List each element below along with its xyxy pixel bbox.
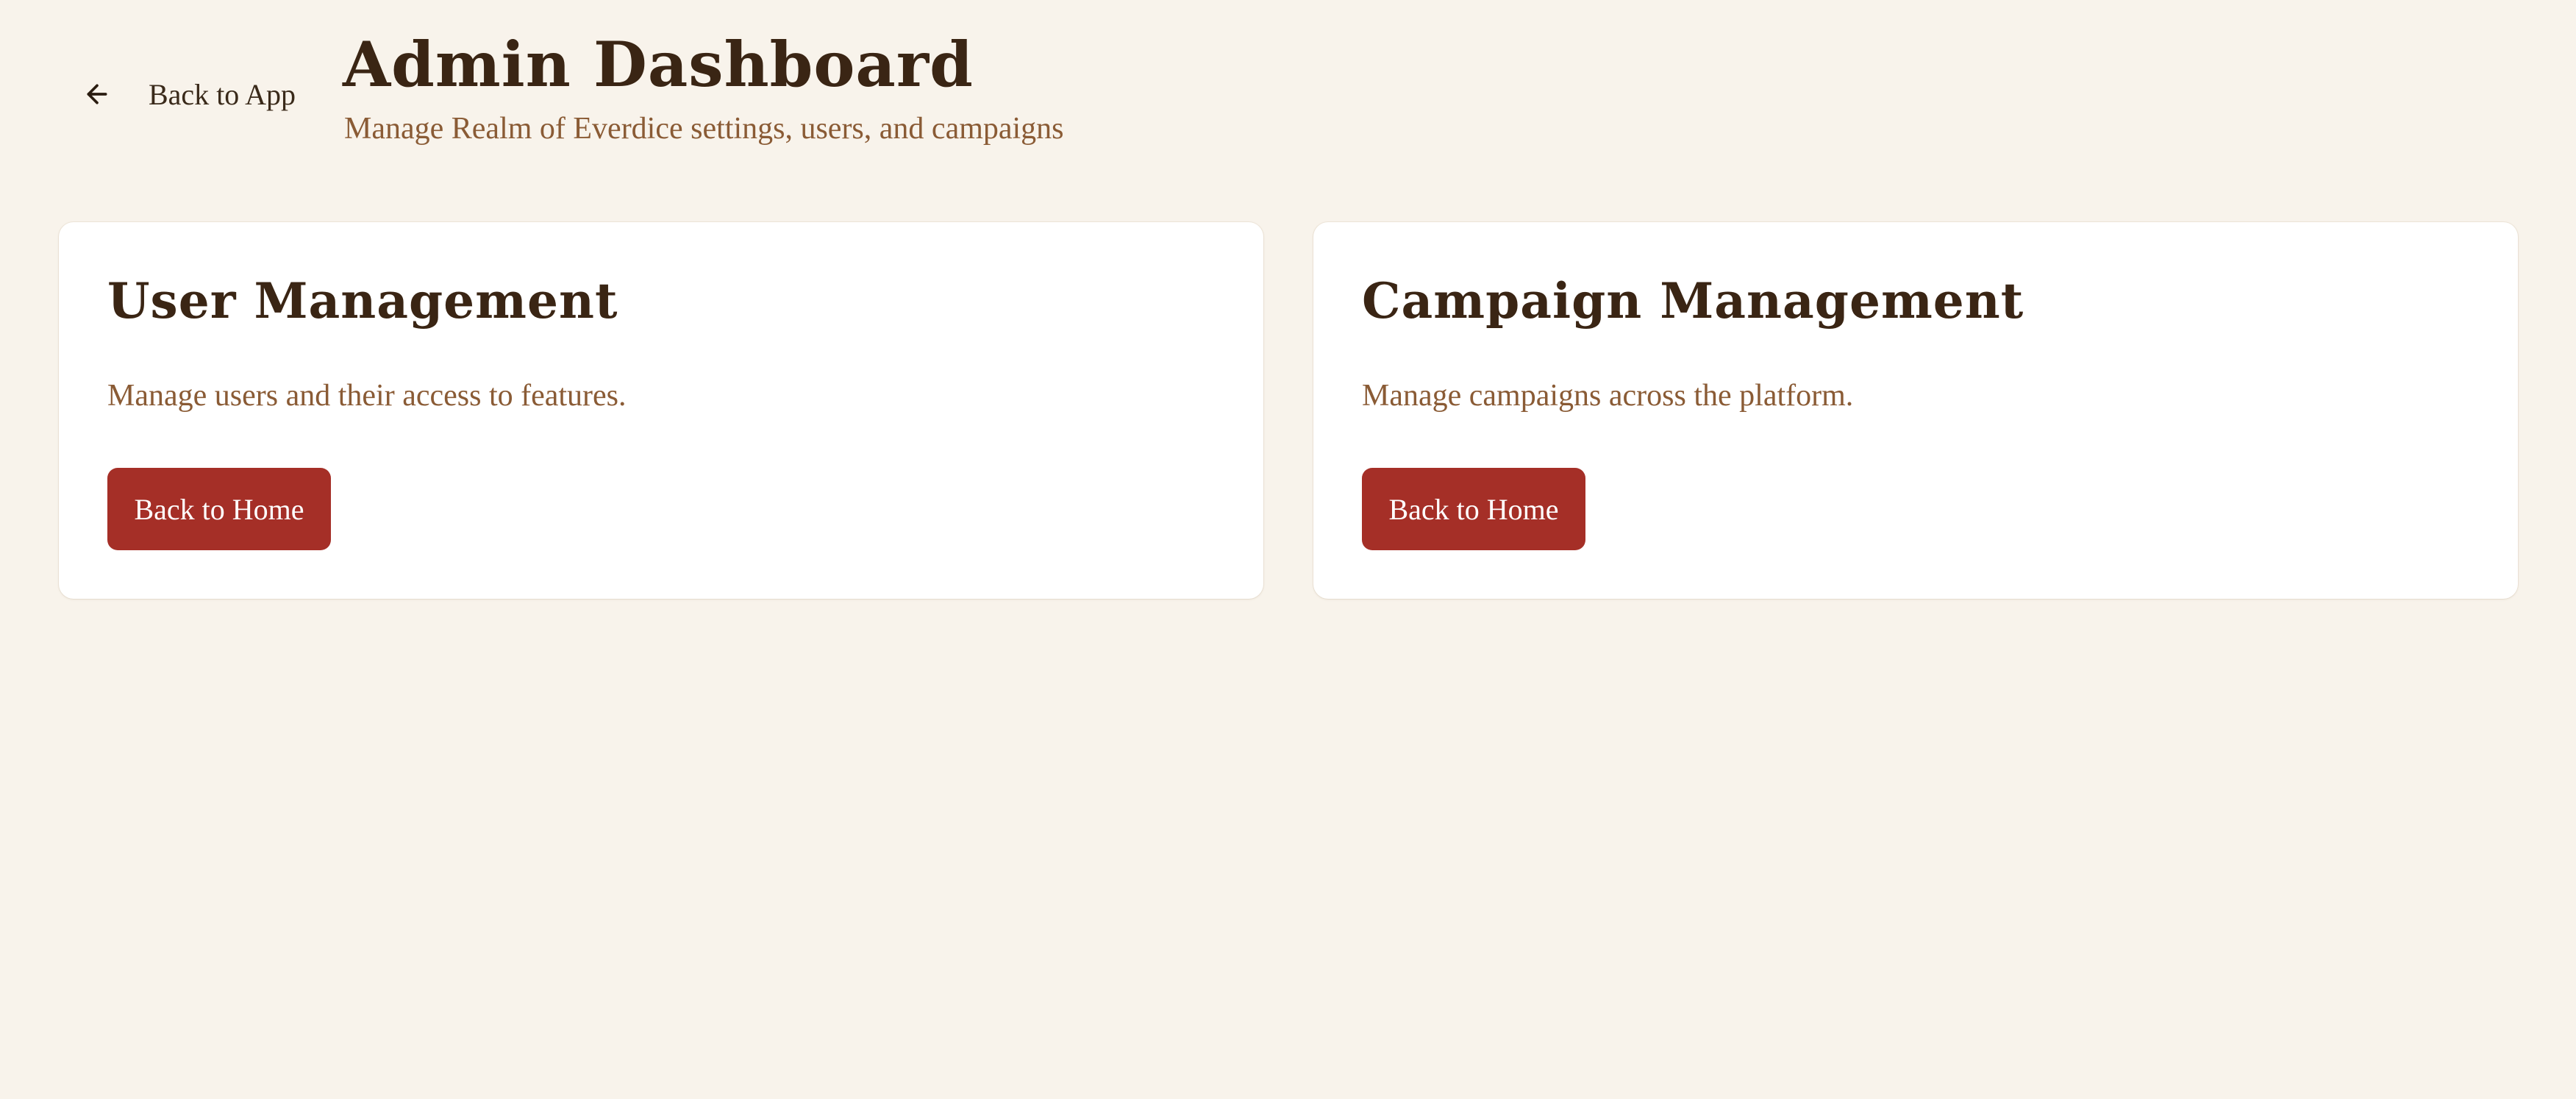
user-management-description: Manage users and their access to feature… [107, 379, 627, 413]
back-to-app-link[interactable]: Back to App [82, 72, 296, 116]
page-header: Back to App Admin Dashboard Manage Realm… [0, 0, 2576, 221]
page-title: Admin Dashboard [343, 28, 974, 101]
user-management-title: User Management [107, 272, 618, 330]
page-subtitle: Manage Realm of Everdice settings, users… [344, 112, 1064, 146]
campaign-management-back-to-home-button[interactable]: Back to Home [1362, 468, 1585, 550]
campaign-management-title: Campaign Management [1362, 272, 2024, 330]
campaign-management-description: Manage campaigns across the platform. [1362, 379, 1854, 413]
user-management-back-to-home-button[interactable]: Back to Home [107, 468, 331, 550]
back-to-app-label: Back to App [149, 77, 296, 111]
arrow-left-icon [82, 79, 112, 109]
campaign-management-card: Campaign Management Manage campaigns acr… [1313, 222, 2518, 599]
user-management-card: User Management Manage users and their a… [59, 222, 1263, 599]
